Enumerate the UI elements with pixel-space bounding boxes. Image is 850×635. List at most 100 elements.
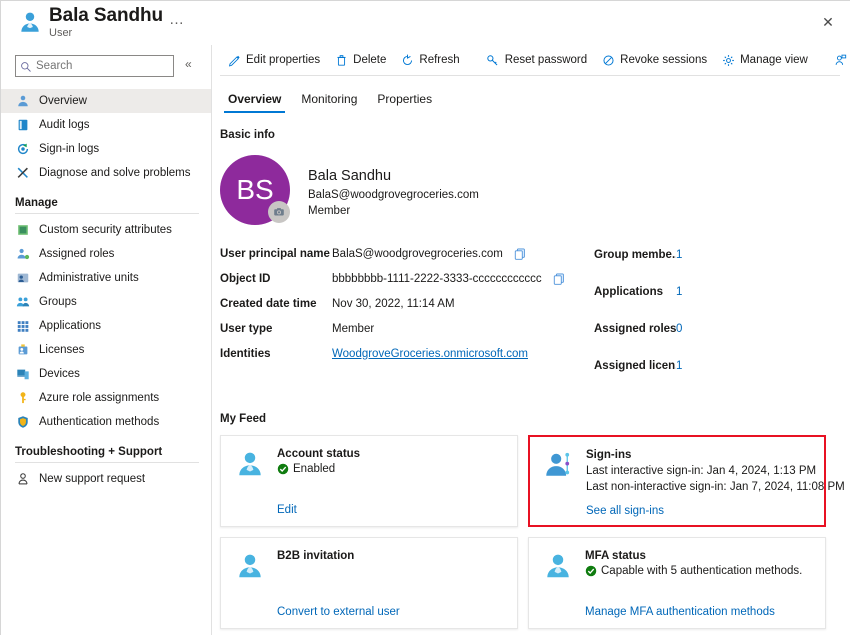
property-row: Identities WoodgroveGroceries.onmicrosof…: [220, 343, 560, 364]
key-icon: [486, 53, 500, 67]
card-title: Sign-ins: [586, 449, 810, 461]
property-key: Object ID: [220, 273, 332, 285]
command-label: Revoke sessions: [620, 54, 707, 66]
pencil-icon: [227, 53, 241, 67]
edit-properties-button[interactable]: Edit properties: [220, 47, 327, 73]
identities-link[interactable]: WoodgroveGroceries.onmicrosoft.com: [332, 348, 528, 360]
properties-section: User principal name BalaS@woodgrovegroce…: [212, 243, 850, 393]
tab-properties[interactable]: Properties: [369, 88, 440, 113]
sidebar-item-administrative-units[interactable]: Administrative units: [1, 266, 211, 290]
command-label: Delete: [353, 54, 386, 66]
licenses-icon: [15, 343, 30, 358]
stat-row: Assigned licen... 1: [594, 356, 682, 376]
sidebar-item-azure-role-assignments[interactable]: Azure role assignments: [1, 386, 211, 410]
command-label: Edit properties: [246, 54, 320, 66]
profile-name: Bala Sandhu: [308, 167, 479, 187]
sidebar-item-groups[interactable]: Groups: [1, 290, 211, 314]
delete-button[interactable]: Delete: [327, 47, 393, 73]
signin-log-icon: [15, 142, 30, 157]
attributes-icon: [15, 223, 30, 238]
check-circle-icon: [585, 565, 597, 577]
search-box[interactable]: [15, 55, 174, 77]
manage-view-button[interactable]: Manage view: [714, 47, 815, 73]
reset-password-button[interactable]: Reset password: [479, 47, 594, 73]
tab-monitoring[interactable]: Monitoring: [293, 88, 365, 113]
avatar-wrapper: BS: [220, 155, 290, 225]
change-photo-button[interactable]: [268, 201, 290, 223]
stat-value[interactable]: 0: [676, 323, 682, 335]
command-label: Manage view: [740, 54, 808, 66]
sidebar-item-overview[interactable]: Overview: [1, 89, 211, 113]
audit-log-icon: [15, 118, 30, 133]
signins-user-icon: [544, 450, 574, 480]
sidebar-item-custom-security-attributes[interactable]: Custom security attributes: [1, 218, 211, 242]
sidebar-item-authentication-methods[interactable]: Authentication methods: [1, 410, 211, 434]
sidebar-item-licenses[interactable]: Licenses: [1, 338, 211, 362]
card-title: B2B invitation: [277, 550, 503, 562]
card-title: MFA status: [585, 550, 811, 562]
property-value: BalaS@woodgrovegroceries.com: [332, 248, 503, 260]
sidebar-item-new-support-request[interactable]: New support request: [1, 467, 211, 491]
copy-icon[interactable]: [513, 247, 527, 261]
sidebar-item-applications[interactable]: Applications: [1, 314, 211, 338]
stat-key: Assigned roles: [594, 323, 676, 335]
sidebar-item-label: Groups: [39, 296, 77, 308]
card-title: Account status: [277, 448, 503, 460]
sidebar-item-label: Overview: [39, 95, 87, 107]
sidebar-item-audit-logs[interactable]: Audit logs: [1, 113, 211, 137]
titlebar: Bala Sandhu … User ✕: [1, 1, 850, 45]
sidebar-search-row: «: [1, 51, 211, 85]
card-status: Capable with 5 authentication methods.: [585, 565, 811, 577]
convert-to-external-user-link[interactable]: Convert to external user: [277, 606, 400, 618]
refresh-button[interactable]: Refresh: [393, 47, 466, 73]
got-feedback-button[interactable]: Got feedback?: [827, 47, 850, 73]
sidebar-item-assigned-roles[interactable]: Assigned roles: [1, 242, 211, 266]
gear-icon: [721, 53, 735, 67]
card-b2b-invitation[interactable]: B2B invitation Convert to external user: [220, 537, 518, 629]
stat-value[interactable]: 1: [676, 360, 682, 372]
sidebar-item-label: Assigned roles: [39, 248, 114, 260]
close-button[interactable]: ✕: [811, 7, 845, 37]
card-status-text: Capable with 5 authentication methods.: [601, 565, 802, 577]
sidebar-item-label: Audit logs: [39, 119, 90, 131]
last-non-interactive-signin: Last non-interactive sign-in: Jan 7, 202…: [586, 481, 810, 493]
sidebar-item-devices[interactable]: Devices: [1, 362, 211, 386]
sidebar-item-label: Custom security attributes: [39, 224, 172, 236]
camera-icon: [273, 206, 285, 218]
shield-icon: [15, 415, 30, 430]
manage-mfa-link[interactable]: Manage MFA authentication methods: [585, 606, 775, 618]
stat-value[interactable]: 1: [676, 249, 682, 261]
card-mfa-status[interactable]: MFA status Capable with 5 authentication…: [528, 537, 826, 629]
revoke-sessions-button[interactable]: Revoke sessions: [594, 47, 714, 73]
property-key: User principal name: [220, 248, 332, 260]
edit-link[interactable]: Edit: [277, 504, 297, 516]
user-icon: [15, 94, 30, 109]
stat-value[interactable]: 1: [676, 286, 682, 298]
feedback-icon: [834, 53, 848, 67]
profile-user-type: Member: [308, 203, 479, 220]
search-input[interactable]: [36, 60, 164, 72]
tab-bar: Overview Monitoring Properties: [212, 83, 850, 113]
property-row: User principal name BalaS@woodgrovegroce…: [220, 243, 560, 264]
see-all-sign-ins-link[interactable]: See all sign-ins: [586, 505, 664, 517]
sidebar-item-sign-in-logs[interactable]: Sign-in logs: [1, 137, 211, 161]
sidebar-item-label: Administrative units: [39, 272, 139, 284]
user-overview-window: Bala Sandhu … User ✕ «: [0, 0, 850, 635]
page-title: Bala Sandhu: [49, 5, 163, 27]
card-sign-ins[interactable]: Sign-ins Last interactive sign-in: Jan 4…: [528, 435, 826, 527]
card-body: Account status Enabled: [277, 448, 503, 526]
sidebar-group-troubleshooting-label: Troubleshooting + Support: [1, 434, 211, 462]
check-circle-icon: [277, 463, 289, 475]
copy-icon[interactable]: [552, 272, 566, 286]
collapse-sidebar-button[interactable]: «: [185, 57, 192, 71]
stat-row: Group membe... 1: [594, 245, 682, 265]
property-row: Object ID bbbbbbbb-1111-2222-3333-cccccc…: [220, 268, 560, 289]
property-key: Identities: [220, 348, 332, 360]
more-options-button[interactable]: …: [169, 11, 185, 28]
sidebar-item-diagnose-and-solve-problems[interactable]: Diagnose and solve problems: [1, 161, 211, 185]
tab-overview[interactable]: Overview: [220, 88, 289, 113]
stat-row: Assigned roles 0: [594, 319, 682, 339]
diagnose-icon: [15, 166, 30, 181]
my-feed-heading: My Feed: [212, 413, 850, 425]
card-account-status[interactable]: Account status Enabled Edit: [220, 435, 518, 527]
